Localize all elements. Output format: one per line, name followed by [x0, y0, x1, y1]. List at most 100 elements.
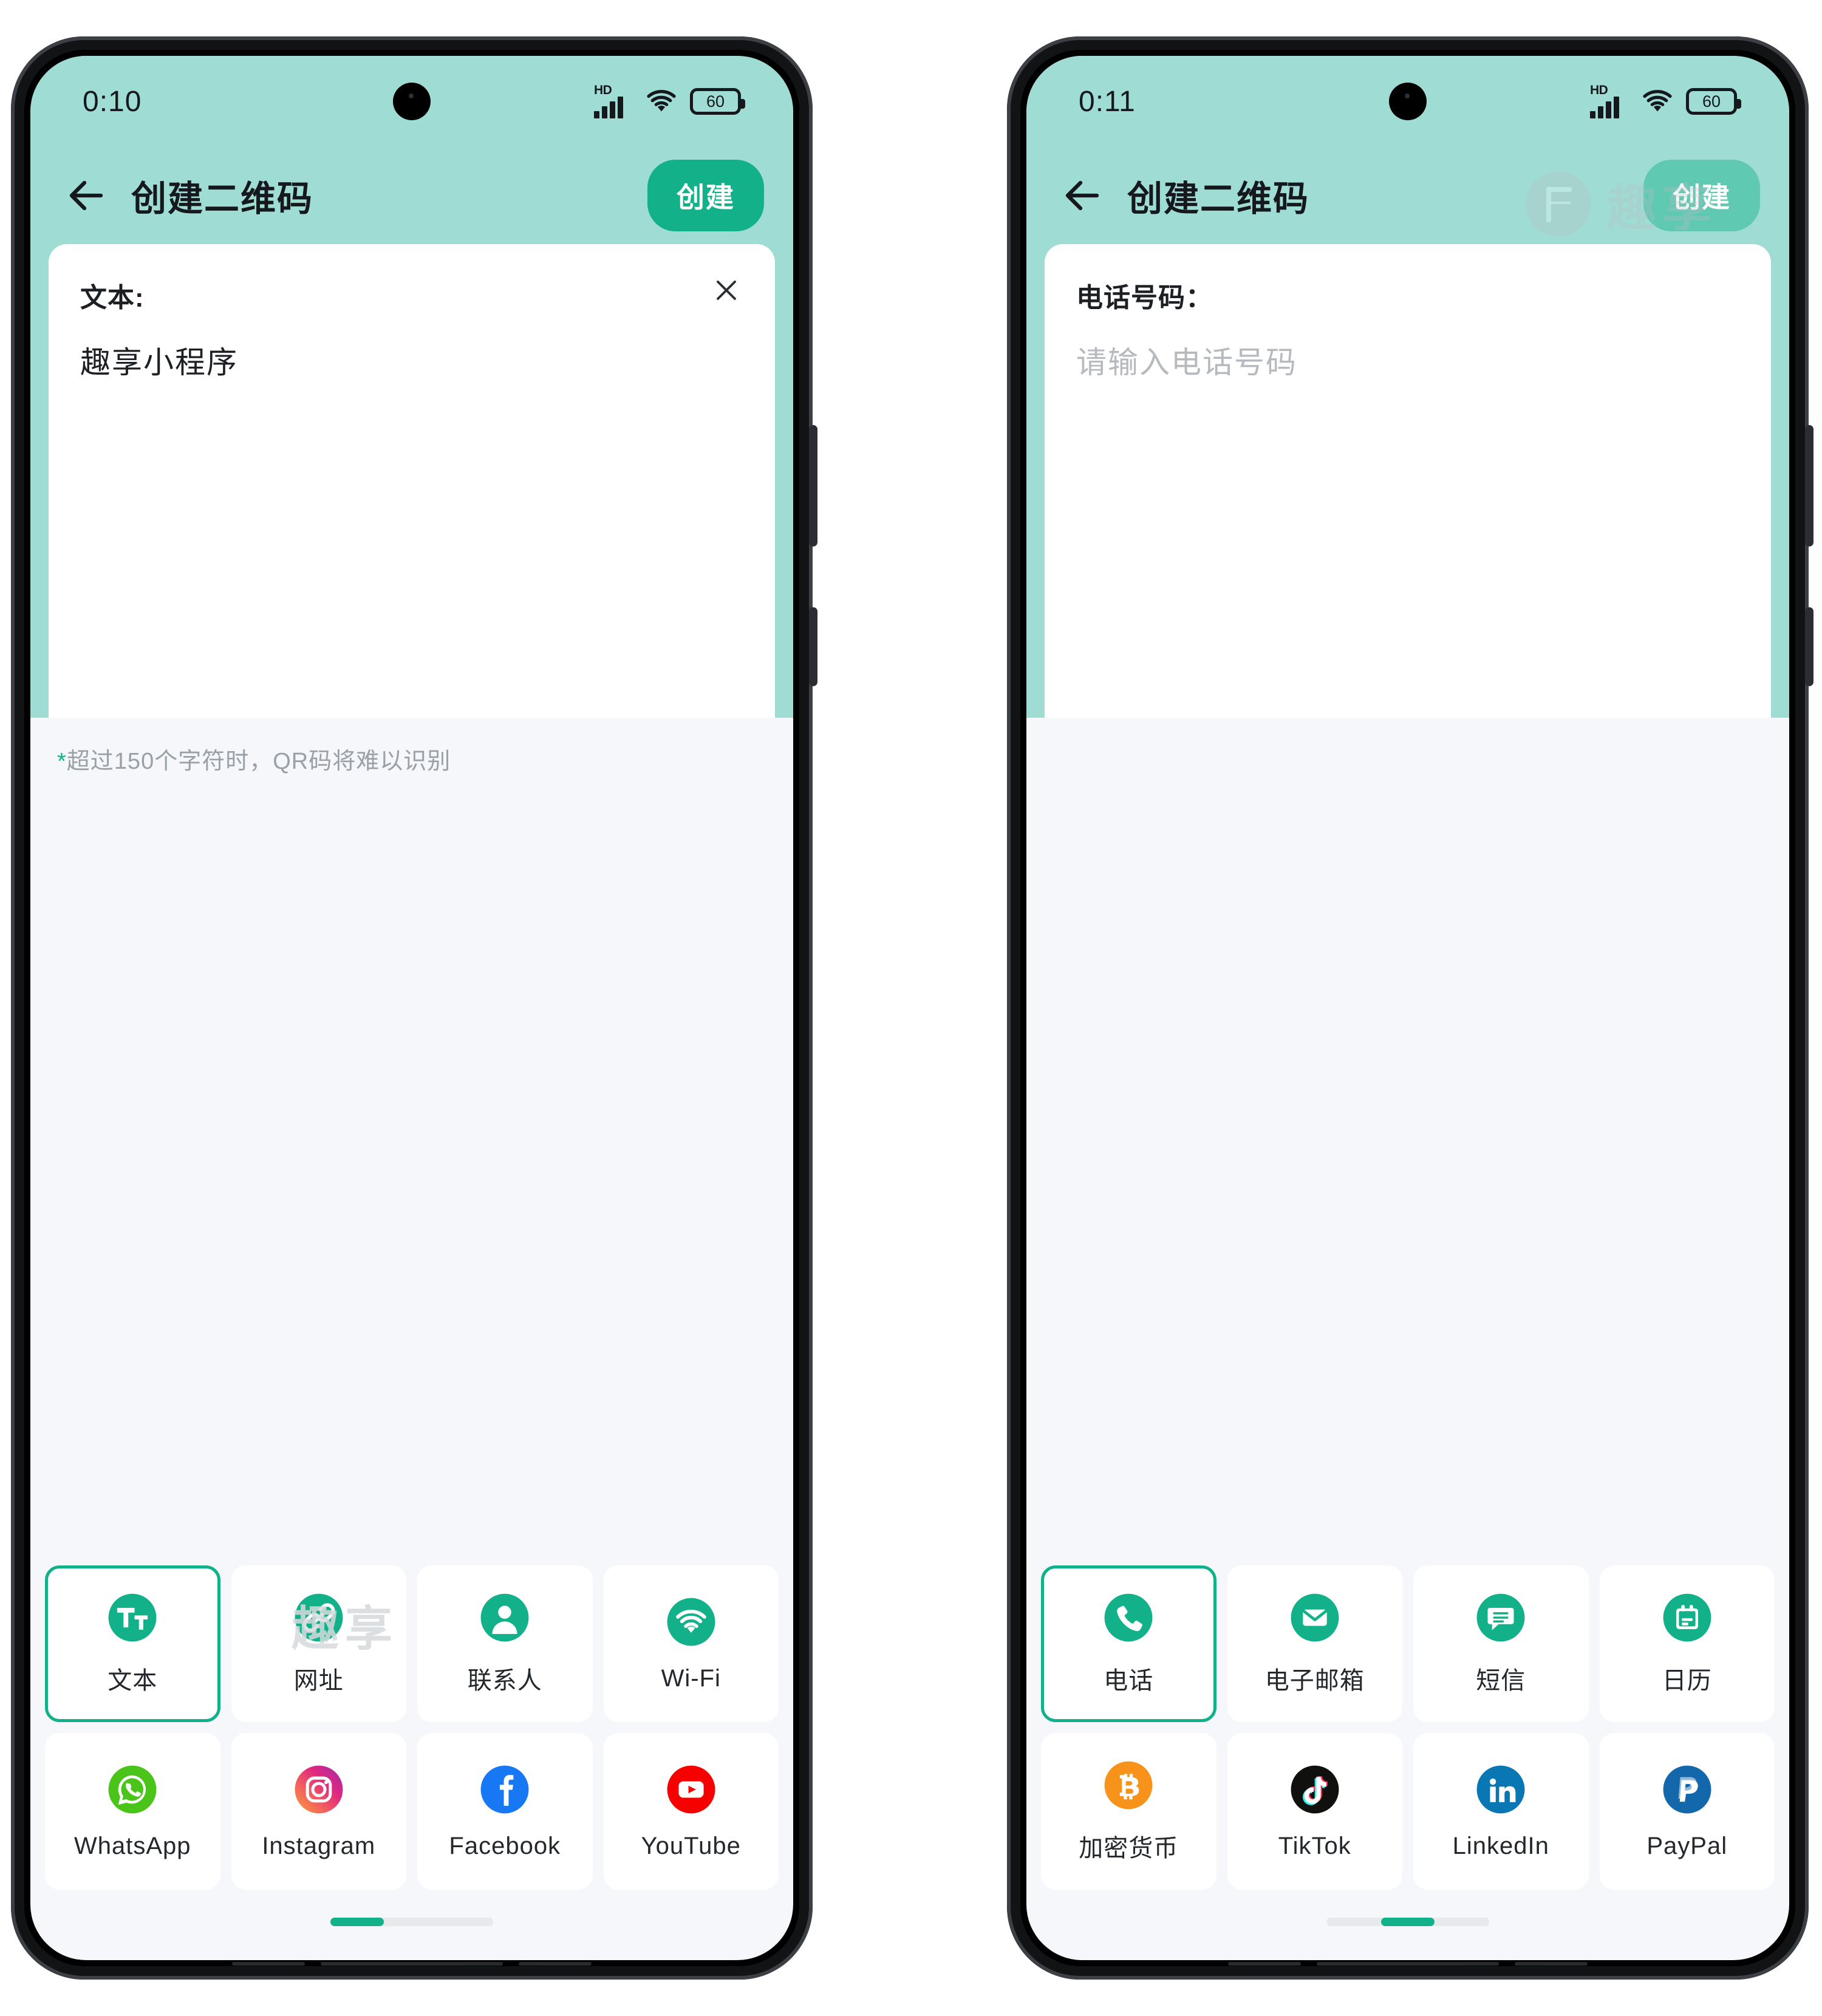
input-card-wrapper: 文本: 趣享小程序: [30, 244, 793, 718]
input-card[interactable]: 文本: 趣享小程序: [49, 244, 775, 718]
volume-button[interactable]: [1805, 425, 1813, 547]
tile-contact[interactable]: 联系人: [417, 1565, 593, 1722]
tile-label: YouTube: [641, 1832, 741, 1859]
status-time: 0:11: [1079, 85, 1136, 118]
pager-track: [330, 1918, 493, 1926]
power-button[interactable]: [809, 607, 817, 686]
calendar-icon: [1661, 1592, 1713, 1644]
pager-thumb[interactable]: [330, 1918, 384, 1926]
brand-logo-icon: [1525, 171, 1591, 237]
linkedin-icon: [1475, 1763, 1527, 1816]
power-button[interactable]: [1805, 607, 1813, 686]
phone-screen-left: 0:10 HD 60 创建二维码 创建 文本: 趣享小程序 *超过150个字符时…: [30, 56, 793, 1960]
tile-tiktok[interactable]: TikTok: [1227, 1733, 1402, 1890]
tile-label: TikTok: [1278, 1832, 1351, 1859]
tile-sms[interactable]: 短信: [1413, 1565, 1589, 1722]
create-button[interactable]: 创建: [647, 160, 764, 231]
tile-url[interactable]: 网址: [231, 1565, 406, 1722]
tile-label: 电子邮箱: [1264, 1667, 1365, 1694]
tile-label: 联系人: [467, 1667, 542, 1694]
link-icon: [293, 1592, 345, 1644]
tile-label: 加密货币: [1079, 1835, 1179, 1862]
tile-facebook[interactable]: Facebook: [417, 1733, 593, 1890]
field-label: 文本:: [80, 283, 145, 313]
tile-label: WhatsApp: [73, 1832, 191, 1859]
tile-label: Wi-Fi: [661, 1664, 721, 1692]
tile-label: 文本: [107, 1667, 158, 1694]
phone-device-right: 0:11 HD 60 创建二维码 趣享 创建 电话号码： 请输入电话号码 电话 …: [1007, 36, 1813, 1980]
qr-type-grid: 电话 电子邮箱 短信 日历 加密货币 TikTok LinkedIn PayPa…: [1026, 1565, 1789, 1890]
signal-bars: [1590, 97, 1619, 118]
tile-youtube[interactable]: YouTube: [603, 1733, 779, 1890]
page-indicator[interactable]: [1026, 1890, 1789, 1960]
wifi-icon: [1640, 87, 1675, 115]
signal-icon: HD: [594, 83, 633, 118]
signal-bars: [594, 97, 623, 118]
battery-level: 60: [706, 92, 725, 111]
hd-label: HD: [1590, 83, 1608, 97]
input-card[interactable]: 电话号码： 请输入电话号码: [1045, 244, 1771, 718]
hint-asterisk: *: [57, 749, 67, 774]
hint-text: 超过150个字符时，QR码将难以识别: [66, 749, 451, 774]
phone-device-left: 0:10 HD 60 创建二维码 创建 文本: 趣享小程序 *超过150个字符时…: [11, 36, 817, 1980]
screenshot-canvas: 0:10 HD 60 创建二维码 创建 文本: 趣享小程序 *超过150个字符时…: [0, 0, 1822, 2016]
battery-icon: 60: [690, 88, 745, 115]
pager-thumb[interactable]: [1381, 1918, 1435, 1926]
status-icons: HD 60: [1590, 83, 1741, 118]
phone-bezel: 0:10 HD 60 创建二维码 创建 文本: 趣享小程序 *超过150个字符时…: [24, 50, 799, 1966]
email-icon: [1289, 1592, 1341, 1644]
create-button[interactable]: 创建: [1643, 160, 1760, 231]
close-icon[interactable]: [712, 276, 741, 305]
tile-label: LinkedIn: [1452, 1832, 1549, 1859]
tile-whatsapp[interactable]: WhatsApp: [45, 1733, 220, 1890]
tile-wifi[interactable]: Wi-Fi: [603, 1565, 779, 1722]
page-indicator[interactable]: [30, 1890, 793, 1960]
phone-bezel: 0:11 HD 60 创建二维码 趣享 创建 电话号码： 请输入电话号码 电话 …: [1020, 50, 1795, 1966]
field-value[interactable]: 趣享小程序: [80, 342, 743, 384]
contact-icon: [479, 1592, 531, 1644]
back-arrow-icon[interactable]: [1060, 174, 1104, 217]
app-bar: 创建二维码 创建: [30, 147, 793, 244]
tile-label: 日历: [1662, 1667, 1712, 1694]
tile-calendar[interactable]: 日历: [1599, 1565, 1775, 1722]
front-camera-punchhole: [1389, 83, 1427, 120]
tile-label: PayPal: [1646, 1832, 1728, 1859]
signal-icon: HD: [1590, 83, 1629, 118]
status-icons: HD 60: [594, 83, 745, 118]
tile-crypto[interactable]: 加密货币: [1041, 1733, 1216, 1890]
input-card-wrapper: 电话号码： 请输入电话号码: [1026, 244, 1789, 718]
battery-icon: 60: [1686, 88, 1741, 115]
tile-label: 网址: [293, 1667, 344, 1694]
tile-email[interactable]: 电子邮箱: [1227, 1565, 1402, 1722]
character-limit-hint: *超过150个字符时，QR码将难以识别: [30, 718, 793, 775]
hd-label: HD: [594, 83, 612, 97]
battery-level: 60: [1702, 92, 1721, 111]
tile-paypal[interactable]: PayPal: [1599, 1733, 1775, 1890]
text-tt-icon: [106, 1592, 159, 1644]
tiktok-icon: [1289, 1763, 1341, 1816]
status-time: 0:10: [83, 85, 142, 118]
pager-track: [1326, 1918, 1489, 1926]
volume-button[interactable]: [809, 425, 817, 547]
tile-label: 短信: [1476, 1667, 1526, 1694]
tile-instagram[interactable]: Instagram: [231, 1733, 406, 1890]
app-bar: 创建二维码 趣享 创建: [1026, 147, 1789, 244]
bitcoin-icon: [1102, 1759, 1155, 1811]
field-label: 电话号码：: [1076, 283, 1213, 313]
wifi-icon: [644, 87, 679, 115]
tile-phone[interactable]: 电话: [1041, 1565, 1216, 1722]
status-bar: 0:11 HD 60: [1026, 56, 1789, 147]
tile-linkedin[interactable]: LinkedIn: [1413, 1733, 1589, 1890]
phone-icon: [1102, 1592, 1155, 1644]
sms-icon: [1475, 1592, 1527, 1644]
tile-label: Facebook: [449, 1832, 561, 1859]
whatsapp-icon: [106, 1763, 159, 1816]
facebook-icon: [479, 1763, 531, 1816]
tile-text[interactable]: 文本: [45, 1565, 220, 1722]
tile-label: Instagram: [262, 1832, 376, 1859]
phone-number-input[interactable]: 请输入电话号码: [1076, 342, 1739, 384]
back-arrow-icon[interactable]: [64, 174, 108, 217]
bottom-speaker-grille: [1171, 1959, 1645, 1969]
